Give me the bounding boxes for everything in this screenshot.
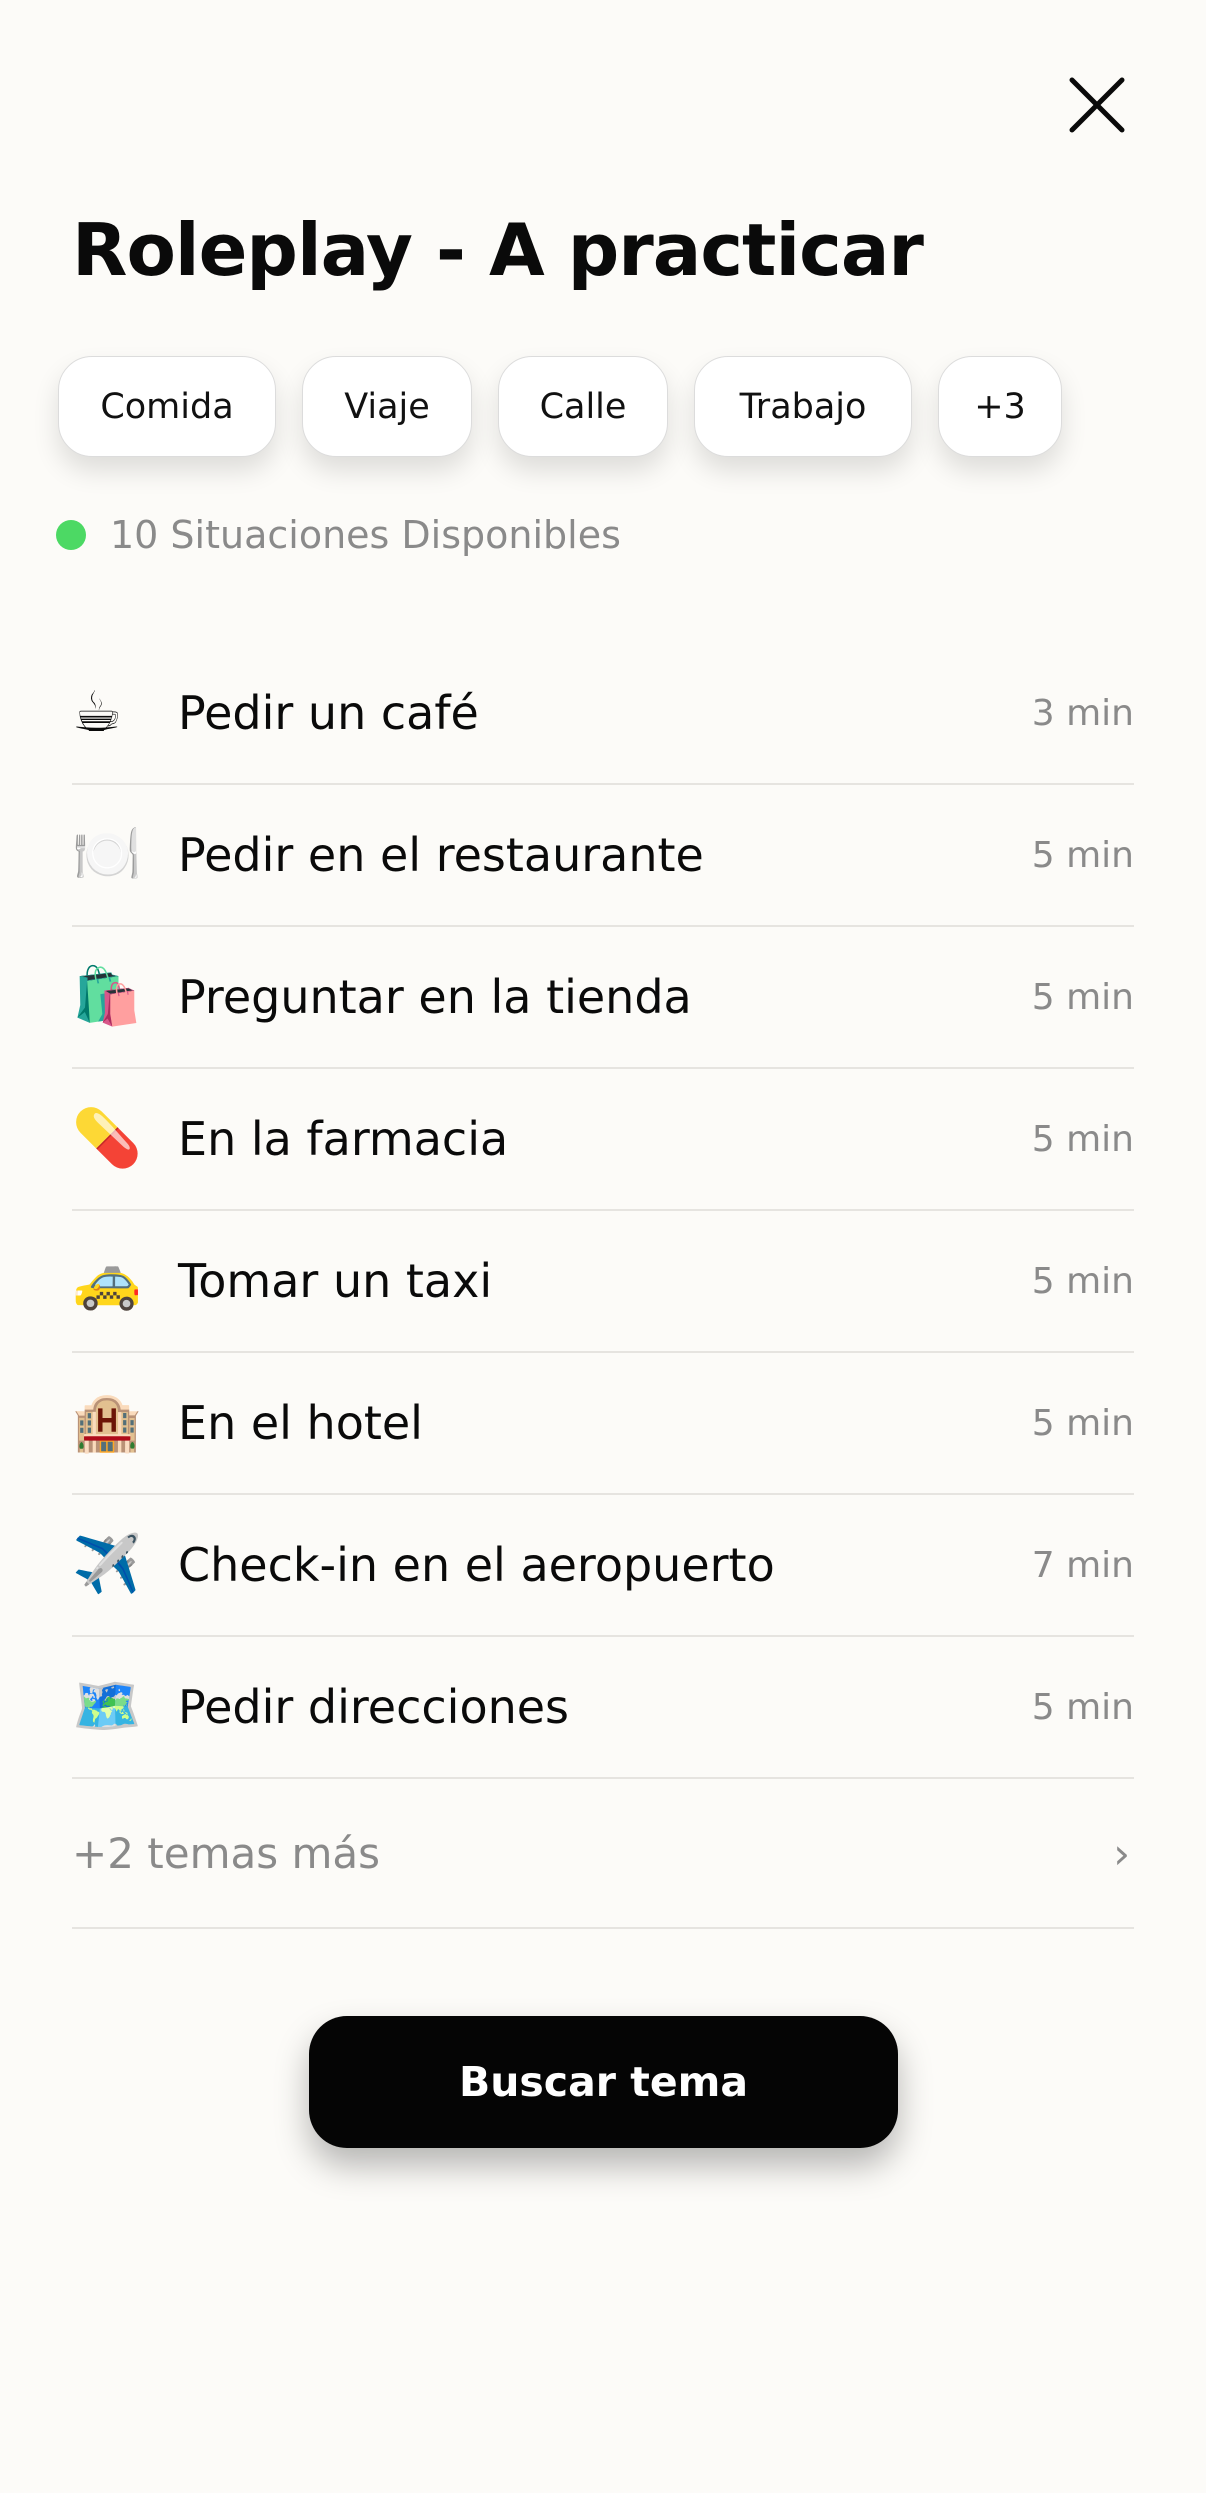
pill-icon: 💊	[72, 1106, 142, 1171]
situation-title: En la farmacia	[178, 1112, 509, 1166]
category-filter-chips: Comida Viaje Calle Trabajo +3	[58, 356, 1062, 459]
more-topics-link[interactable]: +2 temas más ›	[72, 1779, 1134, 1929]
chip-calle[interactable]: Calle	[498, 356, 668, 457]
situation-list: ☕ Pedir un café 3 min 🍽️ Pedir en el res…	[72, 643, 1134, 1929]
situation-duration: 5 min	[1031, 1118, 1134, 1160]
situation-title: Pedir en el restaurante	[178, 828, 704, 882]
more-topics-label: +2 temas más	[72, 1828, 380, 1878]
list-item[interactable]: 🏨 En el hotel 5 min	[72, 1353, 1134, 1495]
situation-duration: 3 min	[1031, 692, 1134, 734]
list-item[interactable]: 🚕 Tomar un taxi 5 min	[72, 1211, 1134, 1353]
situation-title: Tomar un taxi	[178, 1254, 493, 1308]
hotel-icon: 🏨	[72, 1390, 142, 1455]
chip-viaje[interactable]: Viaje	[302, 356, 472, 457]
list-item[interactable]: ☕ Pedir un café 3 min	[72, 643, 1134, 785]
taxi-icon: 🚕	[72, 1248, 142, 1313]
plate-cutlery-icon: 🍽️	[72, 822, 142, 887]
list-item[interactable]: ✈️ Check-in en el aeropuerto 7 min	[72, 1495, 1134, 1637]
search-topic-button[interactable]: Buscar tema	[309, 2016, 898, 2148]
situation-duration: 5 min	[1031, 1260, 1134, 1302]
airplane-icon: ✈️	[72, 1532, 142, 1597]
situation-duration: 5 min	[1031, 834, 1134, 876]
chevron-right-icon: ›	[1113, 1828, 1130, 1878]
list-item[interactable]: 🗺️ Pedir direcciones 5 min	[72, 1637, 1134, 1779]
situation-duration: 7 min	[1031, 1544, 1134, 1586]
map-icon: 🗺️	[72, 1674, 142, 1739]
situation-title: En el hotel	[178, 1396, 423, 1450]
list-item[interactable]: 🛍️ Preguntar en la tienda 5 min	[72, 927, 1134, 1069]
situation-title: Preguntar en la tienda	[178, 970, 692, 1024]
shopping-bags-icon: 🛍️	[72, 964, 142, 1029]
chip-trabajo[interactable]: Trabajo	[694, 356, 912, 457]
page-title: Roleplay - A practicar	[72, 208, 924, 292]
situation-title: Pedir un café	[178, 686, 479, 740]
availability-status: 10 Situaciones Disponibles	[56, 510, 621, 560]
close-button[interactable]	[1062, 70, 1132, 140]
chip-comida[interactable]: Comida	[58, 356, 276, 457]
situation-duration: 5 min	[1031, 1686, 1134, 1728]
list-item[interactable]: 🍽️ Pedir en el restaurante 5 min	[72, 785, 1134, 927]
list-item[interactable]: 💊 En la farmacia 5 min	[72, 1069, 1134, 1211]
chip-more-categories[interactable]: +3	[938, 356, 1062, 457]
situation-title: Check-in en el aeropuerto	[178, 1538, 775, 1592]
coffee-icon: ☕	[72, 680, 123, 745]
situation-duration: 5 min	[1031, 1402, 1134, 1444]
situation-duration: 5 min	[1031, 976, 1134, 1018]
close-icon	[1069, 77, 1125, 133]
status-text: 10 Situaciones Disponibles	[110, 513, 621, 557]
situation-title: Pedir direcciones	[178, 1680, 570, 1734]
status-dot-icon	[56, 520, 86, 550]
